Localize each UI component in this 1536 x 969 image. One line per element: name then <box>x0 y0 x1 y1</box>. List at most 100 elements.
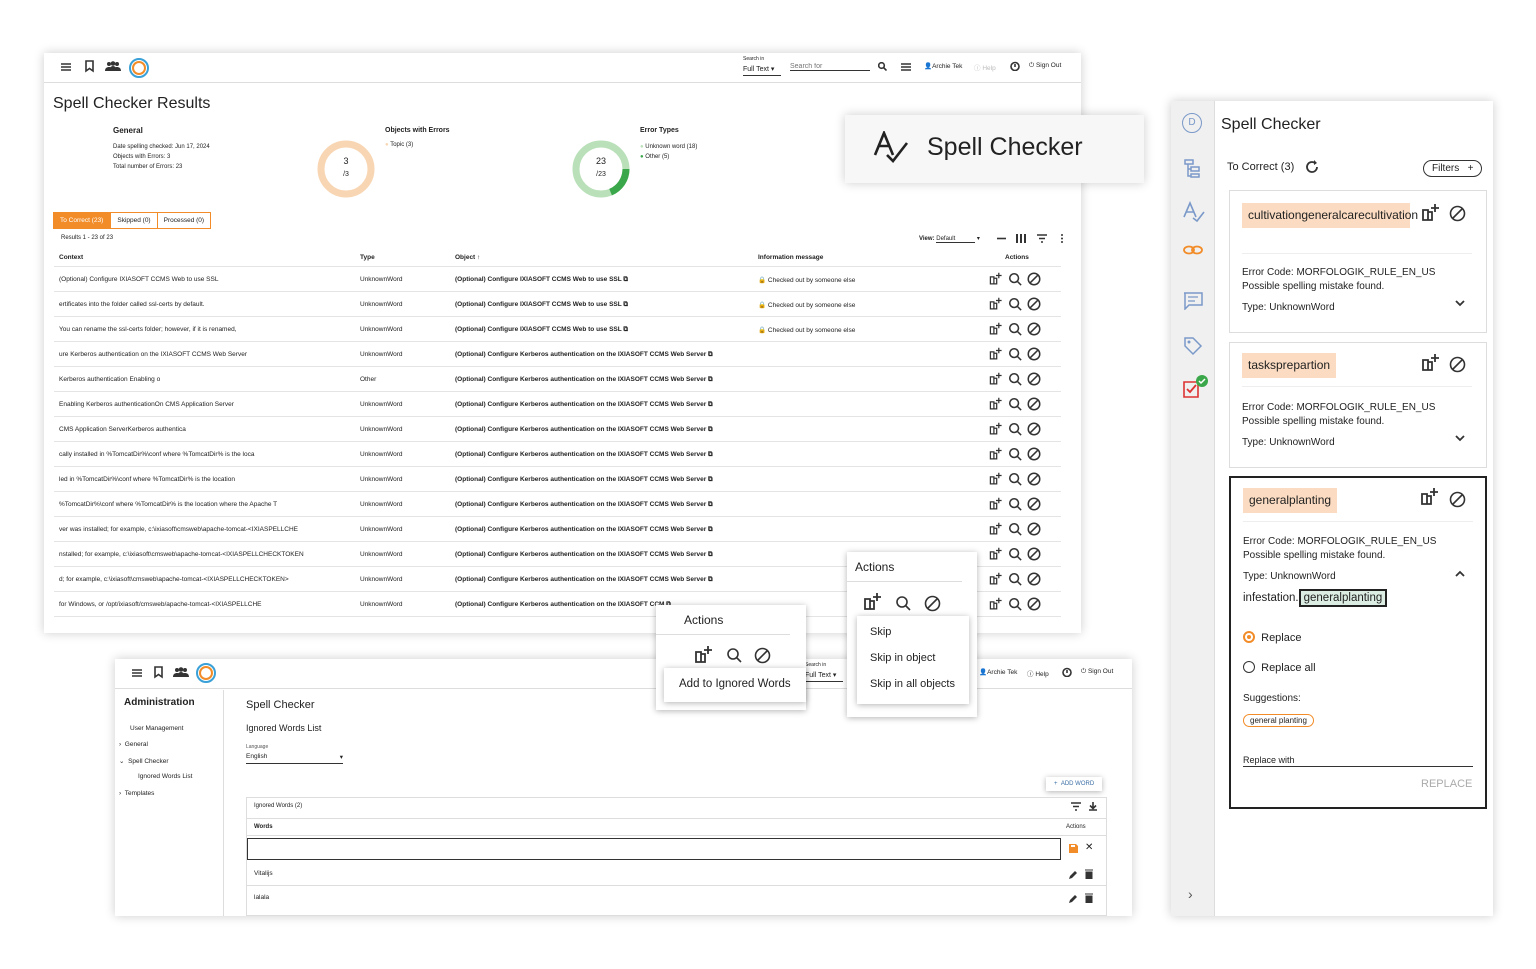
users-icon[interactable] <box>105 60 121 72</box>
col-object[interactable]: Object ↑ <box>455 254 480 261</box>
bookmark-icon[interactable] <box>84 60 96 73</box>
skip-icon[interactable] <box>924 595 941 612</box>
search-mode-select[interactable]: Full Text ▾ <box>805 671 843 682</box>
spell-check-icon[interactable] <box>1183 201 1205 223</box>
find-replace-icon[interactable] <box>1008 597 1022 611</box>
menu-icon[interactable] <box>60 61 72 73</box>
skip-icon[interactable] <box>1027 497 1041 511</box>
edit-icon[interactable] <box>1069 894 1078 903</box>
object-link[interactable]: (Optional) Configure Kerberos authentica… <box>455 451 713 459</box>
add-to-dictionary-icon[interactable] <box>989 547 1003 561</box>
add-to-dictionary-icon[interactable] <box>989 322 1003 336</box>
add-to-dictionary-icon[interactable] <box>989 447 1003 461</box>
object-link[interactable]: (Optional) Configure Kerberos authentica… <box>455 501 713 509</box>
view-select[interactable]: View: Default ▾ <box>919 235 980 243</box>
add-to-dictionary-icon[interactable] <box>989 422 1003 436</box>
add-to-dictionary-icon[interactable] <box>989 297 1003 311</box>
skip-icon[interactable] <box>1449 205 1466 222</box>
search-input[interactable] <box>790 63 870 71</box>
skip-icon[interactable] <box>754 647 771 664</box>
object-link[interactable]: (Optional) Configure Kerberos authentica… <box>455 401 713 409</box>
tag-icon[interactable] <box>1183 336 1203 356</box>
filter-settings-icon[interactable] <box>901 62 911 72</box>
find-replace-icon[interactable] <box>1008 322 1022 336</box>
add-to-dictionary-icon[interactable] <box>989 572 1003 586</box>
help-link[interactable]: ⓘ Help <box>974 62 996 72</box>
add-to-dictionary-icon[interactable] <box>1420 487 1440 507</box>
columns-icon[interactable] <box>1016 234 1026 243</box>
filter-icon[interactable] <box>1037 234 1047 243</box>
skip-icon[interactable] <box>1027 347 1041 361</box>
skip-icon[interactable] <box>1027 372 1041 386</box>
link-icon[interactable] <box>1183 244 1203 256</box>
object-link[interactable]: (Optional) Configure IXIASOFT CCMS Web t… <box>455 326 628 334</box>
skip-icon[interactable] <box>1027 422 1041 436</box>
find-replace-icon[interactable] <box>1008 397 1022 411</box>
bookmark-icon[interactable] <box>153 666 165 679</box>
cancel-icon[interactable]: ✕ <box>1085 842 1093 853</box>
find-replace-icon[interactable] <box>726 647 742 663</box>
skip-in-all-objects-item[interactable]: Skip in all objects <box>870 678 955 690</box>
find-replace-icon[interactable] <box>1008 497 1022 511</box>
chevron-down-icon[interactable] <box>1455 435 1465 442</box>
nav-general[interactable]: › General <box>119 741 148 748</box>
add-to-dictionary-icon[interactable] <box>989 372 1003 386</box>
search-mode-select[interactable]: Full Text ▾ <box>743 65 781 76</box>
suggestion-chip[interactable]: general planting <box>1243 714 1314 727</box>
search-icon[interactable] <box>878 62 887 71</box>
object-link[interactable]: (Optional) Configure Kerberos authentica… <box>455 526 713 534</box>
timer-icon[interactable] <box>1010 61 1020 71</box>
replace-button[interactable]: REPLACE <box>1421 778 1472 790</box>
skip-icon[interactable] <box>1027 272 1041 286</box>
object-link[interactable]: (Optional) Configure Kerberos authentica… <box>455 551 713 559</box>
sign-out-button[interactable]: ⏻ Sign Out <box>1081 668 1113 676</box>
expand-icon[interactable]: › <box>1188 886 1193 902</box>
delete-icon[interactable] <box>1085 869 1093 879</box>
tab-to-correct[interactable]: To Correct (23) <box>53 212 111 229</box>
save-icon[interactable] <box>1069 844 1078 853</box>
edit-icon[interactable] <box>1069 870 1078 879</box>
add-to-dictionary-icon[interactable] <box>989 597 1003 611</box>
find-replace-icon[interactable] <box>1008 447 1022 461</box>
skip-icon[interactable] <box>1027 547 1041 561</box>
tree-icon[interactable] <box>1183 158 1203 178</box>
find-replace-icon[interactable] <box>1008 472 1022 486</box>
tab-skipped[interactable]: Skipped (0) <box>110 212 158 229</box>
find-replace-icon[interactable] <box>1008 347 1022 361</box>
find-replace-icon[interactable] <box>1008 522 1022 536</box>
chevron-down-icon[interactable] <box>1455 300 1465 307</box>
comment-icon[interactable] <box>1183 292 1203 310</box>
add-to-dictionary-icon[interactable] <box>863 592 883 612</box>
skip-icon[interactable] <box>1027 572 1041 586</box>
object-link[interactable]: (Optional) Configure Kerberos authentica… <box>455 376 713 384</box>
users-icon[interactable] <box>173 666 189 678</box>
skip-item[interactable]: Skip <box>870 626 891 638</box>
nav-ignored-words-list[interactable]: Ignored Words List <box>138 773 192 780</box>
help-link[interactable]: ⓘ Help <box>1027 668 1049 678</box>
add-to-dictionary-icon[interactable] <box>989 522 1003 536</box>
find-replace-icon[interactable] <box>1008 272 1022 286</box>
object-link[interactable]: (Optional) Configure IXIASOFT CCMS Web t… <box>455 301 628 309</box>
add-to-dictionary-icon[interactable] <box>989 347 1003 361</box>
add-to-dictionary-icon[interactable] <box>989 272 1003 286</box>
nav-templates[interactable]: › Templates <box>119 790 154 797</box>
add-to-dictionary-icon[interactable] <box>1421 203 1441 223</box>
object-link[interactable]: (Optional) Configure Kerberos authentica… <box>455 426 713 434</box>
find-replace-icon[interactable] <box>895 595 911 611</box>
nav-spell-checker[interactable]: ⌄ Spell Checker <box>119 757 169 765</box>
skip-icon[interactable] <box>1027 447 1041 461</box>
chevron-up-icon[interactable] <box>1455 570 1465 577</box>
skip-icon[interactable] <box>1027 522 1041 536</box>
skip-in-object-item[interactable]: Skip in object <box>870 652 935 664</box>
tab-processed[interactable]: Processed (0) <box>157 212 212 229</box>
menu-icon[interactable] <box>131 667 143 679</box>
add-to-dictionary-icon[interactable] <box>989 397 1003 411</box>
timer-icon[interactable] <box>1062 667 1072 677</box>
object-link[interactable]: (Optional) Configure Kerberos authentica… <box>455 576 713 584</box>
object-link[interactable]: (Optional) Configure Kerberos authentica… <box>455 601 671 609</box>
add-to-ignored-words-item[interactable]: Add to Ignored Words <box>664 668 806 702</box>
delete-icon[interactable] <box>1085 893 1093 903</box>
find-replace-icon[interactable] <box>1008 547 1022 561</box>
add-to-dictionary-icon[interactable] <box>989 472 1003 486</box>
user-menu[interactable]: 👤Archie Tek <box>924 62 962 70</box>
